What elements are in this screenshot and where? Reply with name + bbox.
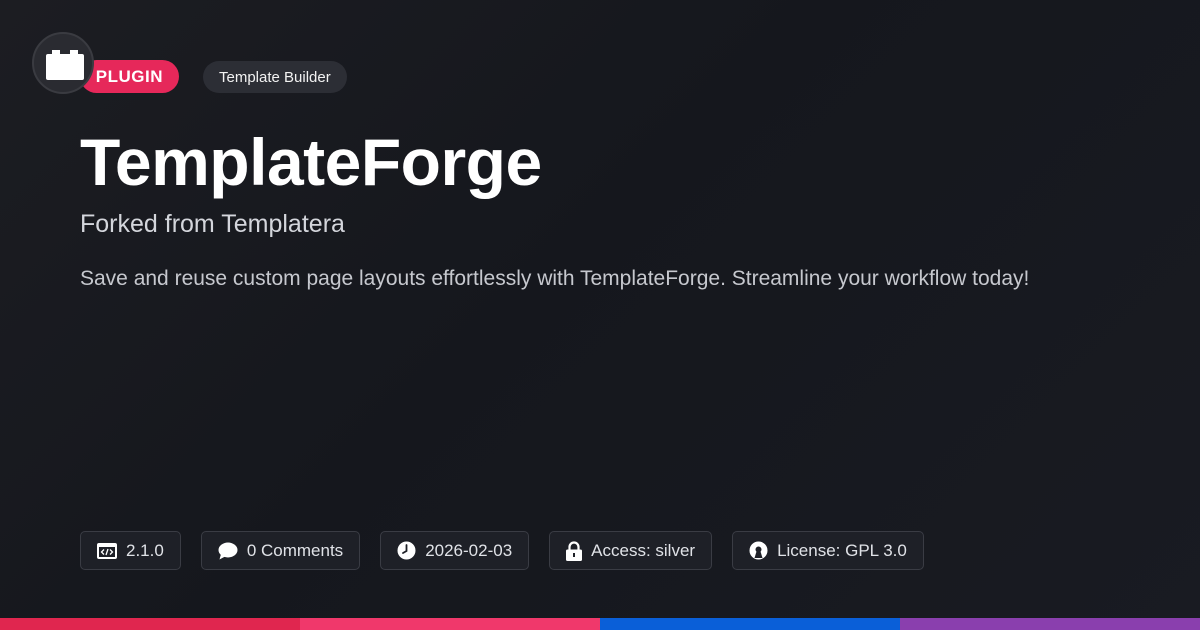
comments-chip[interactable]: 0 Comments xyxy=(200,531,361,570)
license-text: License: GPL 3.0 xyxy=(777,540,907,560)
lock-icon xyxy=(566,540,583,561)
clock-icon xyxy=(397,541,416,560)
plugin-logo xyxy=(32,32,94,94)
plugin-type-badge: PLUGIN xyxy=(80,60,179,93)
version-chip: 2.1.0 xyxy=(80,531,181,570)
plugin-description: Save and reuse custom page layouts effor… xyxy=(80,267,1030,290)
plugin-block-icon xyxy=(46,50,84,80)
date-text: 2026-02-03 xyxy=(425,540,513,560)
stripe-segment xyxy=(900,618,1200,630)
stripe-segment xyxy=(0,618,300,630)
stripe-segment xyxy=(600,618,900,630)
fork-subtitle: Forked from Templatera xyxy=(80,210,345,238)
date-chip: 2026-02-03 xyxy=(380,531,530,570)
code-window-icon xyxy=(97,542,117,559)
color-stripe xyxy=(0,618,1200,630)
stripe-segment xyxy=(300,618,600,630)
version-text: 2.1.0 xyxy=(126,540,164,560)
open-source-icon xyxy=(749,541,768,560)
access-chip: Access: silver xyxy=(549,531,713,570)
license-chip: License: GPL 3.0 xyxy=(732,531,924,570)
page-title: TemplateForge xyxy=(80,125,542,199)
comments-text: 0 Comments xyxy=(246,540,344,560)
meta-row: 2.1.0 0 Comments 2026-02-03 Access: silv… xyxy=(80,531,924,570)
category-badge[interactable]: Template Builder xyxy=(203,61,347,93)
comment-icon xyxy=(218,542,238,559)
access-text: Access: silver xyxy=(591,540,696,560)
